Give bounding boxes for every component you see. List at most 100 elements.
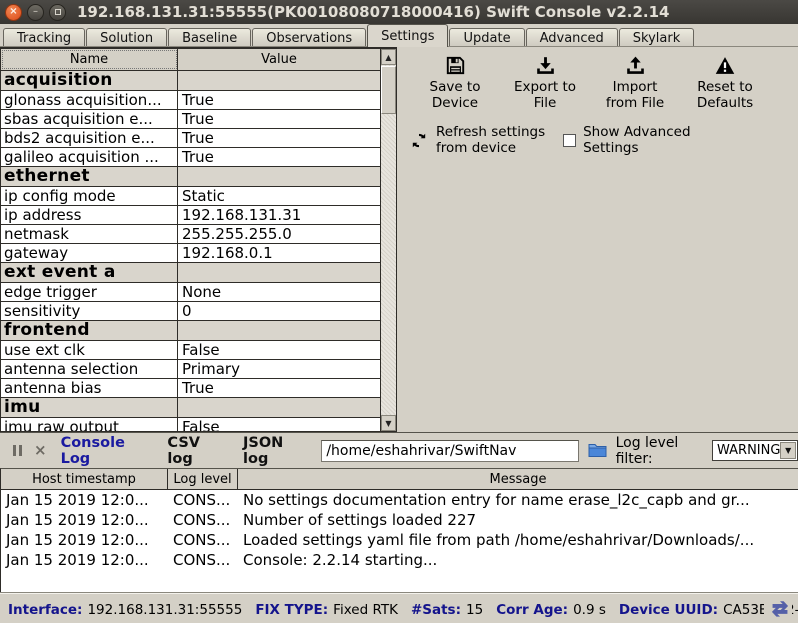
log-level: CONS...: [168, 510, 238, 530]
setting-value: True: [178, 379, 380, 397]
settings-section-row[interactable]: ethernet: [1, 167, 380, 187]
refresh-settings-button[interactable]: Refresh settings from device: [411, 124, 545, 156]
log-timestamp: Jan 15 2019 12:0...: [1, 530, 168, 550]
setting-value: [178, 321, 380, 340]
status-value: 0.9 s: [573, 602, 606, 618]
settings-section-row[interactable]: acquisition: [1, 71, 380, 91]
scroll-up-icon[interactable]: ▲: [381, 49, 396, 65]
log-level-filter-value: WARNING: [713, 443, 780, 458]
log-row[interactable]: Jan 15 2019 12:0...CONS...No settings do…: [1, 490, 798, 510]
tab-baseline[interactable]: Baseline: [168, 28, 251, 47]
log-timestamp: Jan 15 2019 12:0...: [1, 550, 168, 570]
settings-actions-panel: Save to Device Export to File Import fro…: [397, 47, 798, 432]
scrollbar-thumb[interactable]: [381, 66, 396, 114]
tab-solution[interactable]: Solution: [86, 28, 167, 47]
settings-row[interactable]: use ext clkFalse: [1, 341, 380, 360]
console-log-tab[interactable]: Console Log: [61, 435, 147, 467]
column-header-host-timestamp[interactable]: Host timestamp: [1, 469, 168, 489]
settings-row[interactable]: antenna selectionPrimary: [1, 360, 380, 379]
tab-settings[interactable]: Settings: [367, 24, 448, 47]
setting-name: ethernet: [1, 167, 178, 186]
settings-row[interactable]: glonass acquisition...True: [1, 91, 380, 110]
settings-section-row[interactable]: imu: [1, 398, 380, 418]
refresh-icon: [411, 132, 427, 149]
settings-section-row[interactable]: frontend: [1, 321, 380, 341]
column-header-log-level[interactable]: Log level: [168, 469, 238, 489]
export-to-file-button[interactable]: Export to File: [501, 55, 589, 111]
folder-icon[interactable]: [588, 443, 607, 458]
settings-scrollbar[interactable]: ▲ ▼: [380, 49, 396, 431]
settings-options-row: Refresh settings from device Show Advanc…: [411, 124, 798, 156]
window-close-icon[interactable]: ×: [5, 4, 22, 21]
status-label: Interface:: [8, 602, 82, 618]
console-toolbar: × Console Log CSV log JSON log Log level…: [0, 432, 798, 468]
setting-value: [178, 263, 380, 282]
tab-skylark[interactable]: Skylark: [619, 28, 694, 47]
settings-row[interactable]: ip address192.168.131.31: [1, 206, 380, 225]
reset-to-defaults-label: Reset to Defaults: [697, 79, 753, 111]
setting-name: imu: [1, 398, 178, 417]
status-label: Corr Age:: [496, 602, 568, 618]
setting-name: ext event a: [1, 263, 178, 282]
tab-advanced[interactable]: Advanced: [526, 28, 618, 47]
setting-name: gateway: [1, 244, 178, 262]
log-row[interactable]: Jan 15 2019 12:0...CONS...Loaded setting…: [1, 530, 798, 550]
setting-value: True: [178, 91, 380, 109]
settings-row[interactable]: bds2 acquisition e...True: [1, 129, 380, 148]
settings-action-buttons: Save to Device Export to File Import fro…: [411, 55, 798, 111]
status-label: #Sats:: [411, 602, 461, 618]
setting-name: imu raw output: [1, 418, 178, 431]
settings-table-header: Name Value: [1, 49, 396, 71]
close-icon[interactable]: ×: [34, 443, 47, 458]
log-row[interactable]: Jan 15 2019 12:0...CONS...Console: 2.2.1…: [1, 550, 798, 570]
column-header-value[interactable]: Value: [178, 49, 380, 70]
setting-name: ip config mode: [1, 187, 178, 205]
settings-row[interactable]: antenna biasTrue: [1, 379, 380, 398]
setting-name: sensitivity: [1, 302, 178, 320]
show-advanced-checkbox[interactable]: [563, 134, 576, 147]
setting-name: ip address: [1, 206, 178, 224]
settings-section-row[interactable]: ext event a: [1, 263, 380, 283]
log-message: Loaded settings yaml file from path /hom…: [238, 530, 798, 550]
log-message: Console: 2.2.14 starting...: [238, 550, 798, 570]
setting-value: 0: [178, 302, 380, 320]
window-maximize-icon[interactable]: [49, 4, 66, 21]
import-from-file-button[interactable]: Import from File: [591, 55, 679, 111]
sync-icon[interactable]: [764, 600, 792, 617]
reset-to-defaults-button[interactable]: Reset to Defaults: [681, 55, 769, 111]
settings-row[interactable]: gateway192.168.0.1: [1, 244, 380, 263]
settings-row[interactable]: ip config modeStatic: [1, 187, 380, 206]
pause-icon[interactable]: [13, 445, 25, 456]
csv-log-toggle[interactable]: CSV log: [167, 435, 222, 467]
tab-observations[interactable]: Observations: [252, 28, 366, 47]
settings-row[interactable]: imu raw outputFalse: [1, 418, 380, 431]
log-level-filter-select[interactable]: WARNING ▼: [712, 440, 798, 461]
scroll-down-icon[interactable]: ▼: [381, 415, 396, 431]
settings-row[interactable]: sbas acquisition e...True: [1, 110, 380, 129]
setting-value: 255.255.255.0: [178, 225, 380, 243]
status-items: Interface:192.168.131.31:55555FIX TYPE:F…: [8, 599, 798, 618]
log-level: CONS...: [168, 490, 238, 510]
setting-name: antenna selection: [1, 360, 178, 378]
setting-name: use ext clk: [1, 341, 178, 359]
settings-row[interactable]: sensitivity0: [1, 302, 380, 321]
tab-bar: TrackingSolutionBaselineObservationsSett…: [0, 24, 798, 47]
settings-row[interactable]: netmask255.255.255.0: [1, 225, 380, 244]
settings-row[interactable]: galileo acquisition ...True: [1, 148, 380, 167]
setting-name: bds2 acquisition e...: [1, 129, 178, 147]
tab-update[interactable]: Update: [449, 28, 524, 47]
save-to-device-button[interactable]: Save to Device: [411, 55, 499, 111]
tab-tracking[interactable]: Tracking: [3, 28, 85, 47]
log-timestamp: Jan 15 2019 12:0...: [1, 510, 168, 530]
column-header-name[interactable]: Name: [1, 49, 178, 70]
log-level: CONS...: [168, 530, 238, 550]
settings-row[interactable]: edge triggerNone: [1, 283, 380, 302]
json-log-toggle[interactable]: JSON log: [243, 435, 304, 467]
log-path-input[interactable]: [321, 440, 578, 462]
window-minimize-icon[interactable]: –: [27, 4, 44, 21]
warning-icon: [715, 55, 735, 75]
log-row[interactable]: Jan 15 2019 12:0...CONS...Number of sett…: [1, 510, 798, 530]
setting-name: edge trigger: [1, 283, 178, 301]
column-header-message[interactable]: Message: [238, 469, 798, 489]
setting-name: sbas acquisition e...: [1, 110, 178, 128]
